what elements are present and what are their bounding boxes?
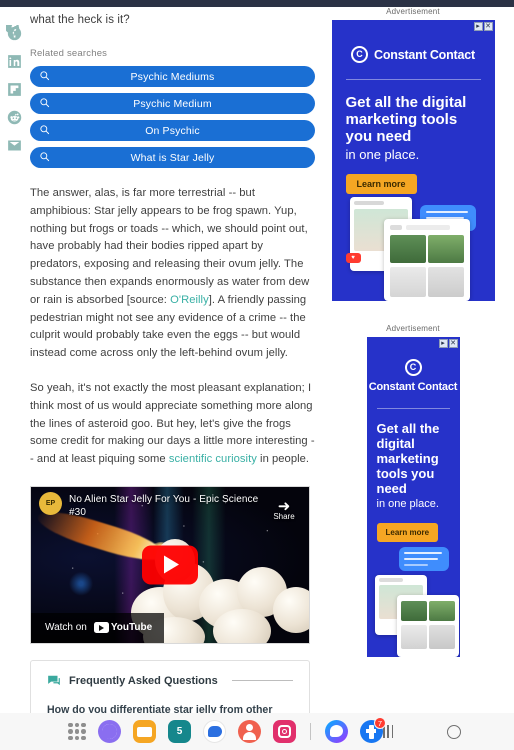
paragraph-2-part-b: in people. <box>256 453 310 466</box>
facebook-icon[interactable] <box>5 25 23 42</box>
related-search-label: On Psychic <box>145 124 200 137</box>
app-drawer-icon[interactable] <box>68 722 86 741</box>
adchoices-controls[interactable]: ▸ ✕ <box>438 339 458 348</box>
messenger-icon[interactable] <box>325 720 348 743</box>
play-triangle-icon <box>164 555 179 574</box>
ad-subhead-top: in one place. <box>345 147 420 162</box>
related-search-label: Psychic Mediums <box>130 70 215 83</box>
search-icon <box>39 149 50 167</box>
source-link-oreilly[interactable]: O'Reilly <box>170 294 209 306</box>
notification-badge: 7 <box>374 717 386 729</box>
flipboard-icon[interactable] <box>6 81 23 98</box>
share-button[interactable]: ➜ Share <box>264 491 304 521</box>
close-ad-icon[interactable]: ✕ <box>448 339 458 348</box>
constant-contact-logo-icon: C <box>351 46 369 63</box>
lead-text: what the heck is it? <box>30 14 130 26</box>
messages-icon[interactable] <box>203 720 226 743</box>
calendar-icon[interactable]: 5 <box>168 720 191 743</box>
email-icon[interactable] <box>6 137 23 154</box>
ad-cta-button-bottom[interactable]: Learn more <box>376 523 439 542</box>
channel-avatar[interactable]: EP <box>39 491 62 515</box>
adchoices-icon[interactable]: ▸ <box>473 22 483 31</box>
contacts-icon[interactable] <box>238 720 261 743</box>
youtube-wordmark: YouTube <box>110 622 153 634</box>
article-column: what the heck is it? Related searches Ps… <box>30 7 315 750</box>
advertisement-bottom[interactable]: ▸ ✕ C Constant Contact Get all the digit… <box>366 337 460 657</box>
search-icon <box>39 122 50 140</box>
taskbar-divider <box>310 723 311 740</box>
related-search-item-1[interactable]: Psychic Medium <box>30 93 315 114</box>
related-search-item-0[interactable]: Psychic Mediums <box>30 66 315 87</box>
related-searches: Related searches Psychic Mediums Psychic… <box>30 48 315 168</box>
browser-top-bar <box>0 0 514 7</box>
search-icon <box>39 95 50 113</box>
ad-artwork-bottom <box>367 545 460 657</box>
paragraph-1: The answer, alas, is far more terrestria… <box>30 185 315 363</box>
ad-brand-name: Constant Contact <box>374 47 475 62</box>
related-search-item-3[interactable]: What is Star Jelly <box>30 147 315 168</box>
related-search-label: Psychic Medium <box>133 97 212 110</box>
youtube-play-icon <box>93 622 109 634</box>
instagram-icon[interactable] <box>273 720 296 743</box>
home-key[interactable] <box>447 724 462 739</box>
reddit-icon[interactable] <box>6 109 23 126</box>
faq-title: Frequently Asked Questions <box>69 674 218 687</box>
constant-contact-logo-icon: C <box>404 359 422 376</box>
taskbar: 5 7 <box>68 717 386 743</box>
share-label: Share <box>273 511 295 521</box>
share-rail <box>2 25 26 154</box>
screen: what the heck is it? Related searches Ps… <box>0 0 514 750</box>
video-title[interactable]: No Alien Star Jelly For You - Epic Scien… <box>69 493 265 519</box>
my-files-icon[interactable] <box>133 720 156 743</box>
ad-brand-bottom: C Constant Contact <box>367 359 460 394</box>
ad-headline-top: Get all the digital marketing tools you … <box>345 94 467 145</box>
related-searches-label: Related searches <box>30 48 108 59</box>
adchoices-icon[interactable]: ▸ <box>438 339 448 348</box>
close-ad-icon[interactable]: ✕ <box>483 22 493 31</box>
ad-column: Advertisement ▸ ✕ C Constant Contact Get… <box>323 7 503 657</box>
related-search-label: What is Star Jelly <box>130 151 215 164</box>
ad-headline-bottom: Get all the digital marketing tools you … <box>376 421 440 496</box>
related-search-item-2[interactable]: On Psychic <box>30 120 315 141</box>
system-nav-keys: ‹ <box>383 724 514 740</box>
watch-on-label: Watch on <box>45 622 87 634</box>
recents-key[interactable] <box>383 725 394 738</box>
paragraph-2: So yeah, it's not exactly the most pleas… <box>30 380 315 469</box>
search-icon <box>39 68 50 86</box>
chat-bubble-icon <box>48 675 60 686</box>
play-button[interactable] <box>142 545 198 585</box>
ad-label-bottom: Advertisement <box>386 324 440 333</box>
ad-divider-top <box>345 79 481 80</box>
channel-avatar-initials: EP <box>45 499 56 507</box>
samsung-internet-icon[interactable] <box>98 720 121 743</box>
ad-brand-top: C Constant Contact <box>332 46 495 63</box>
ad-label-top: Advertisement <box>386 7 440 16</box>
ad-artwork-top: ♥ <box>332 191 495 301</box>
linkedin-icon[interactable] <box>6 53 23 70</box>
faq-header: Frequently Asked Questions <box>47 674 293 688</box>
facebook-icon[interactable]: 7 <box>360 717 386 743</box>
paragraph-1-part-a: The answer, alas, is far more terrestria… <box>30 187 310 306</box>
adchoices-controls[interactable]: ▸ ✕ <box>473 22 493 31</box>
youtube-video-embed[interactable]: EP No Alien Star Jelly For You - Epic Sc… <box>30 485 310 644</box>
scientific-curiosity-link[interactable]: scientific curiosity <box>169 453 257 465</box>
advertisement-top[interactable]: ▸ ✕ C Constant Contact Get all the digit… <box>331 20 495 301</box>
ad-divider-bottom <box>376 408 450 409</box>
web-page: what the heck is it? Related searches Ps… <box>0 7 514 750</box>
calendar-day-number: 5 <box>176 726 183 737</box>
faq-divider <box>231 680 293 682</box>
youtube-logo: YouTube <box>93 622 153 634</box>
share-arrow-icon: ➜ <box>277 497 291 515</box>
ad-subhead-bottom: in one place. <box>376 498 439 510</box>
ad-brand-name: Constant Contact <box>368 381 458 393</box>
android-navigation-bar: 5 7 <box>0 713 514 750</box>
watch-on-youtube-button[interactable]: Watch on YouTube <box>31 612 165 643</box>
